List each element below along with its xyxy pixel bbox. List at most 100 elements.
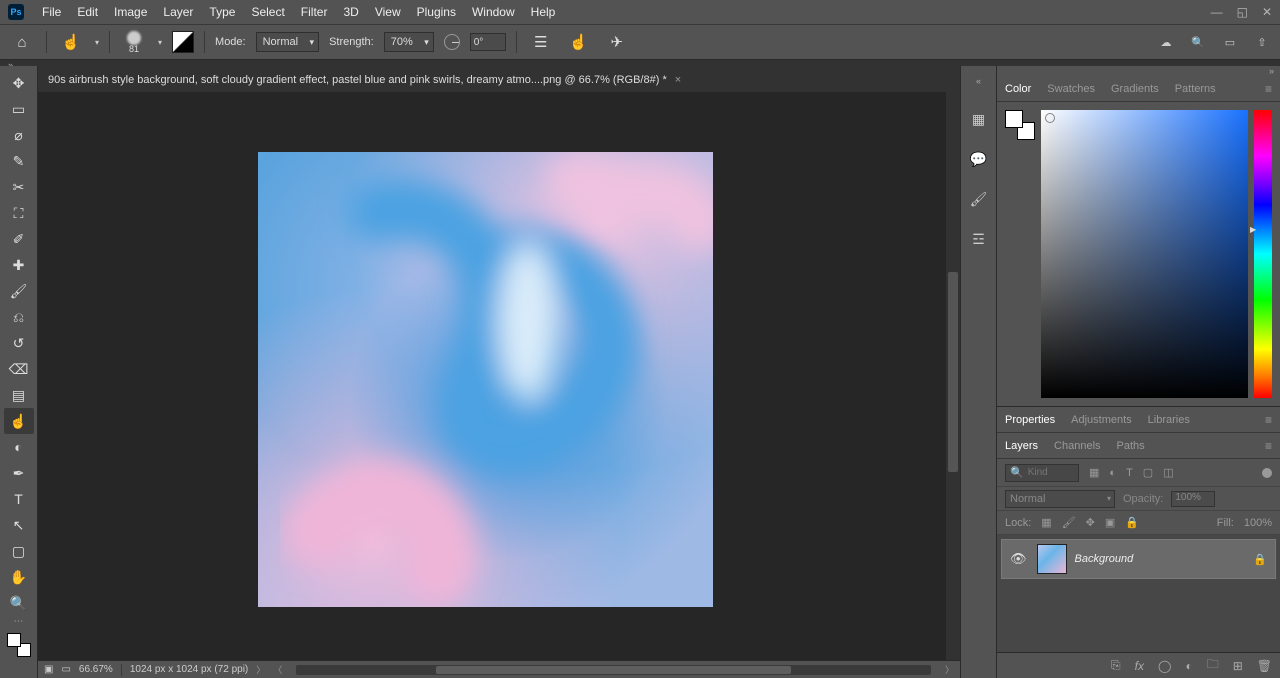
comments-panel-icon[interactable]: 💬	[968, 148, 990, 170]
angle-dial-icon[interactable]	[444, 34, 460, 50]
tab-gradients[interactable]: Gradients	[1111, 83, 1159, 95]
tab-properties[interactable]: Properties	[1005, 414, 1055, 426]
menu-filter[interactable]: Filter	[293, 1, 336, 23]
layer-thumbnail[interactable]	[1037, 544, 1067, 574]
adjustment-layer-icon[interactable]: ◐	[1185, 659, 1192, 673]
filter-type-icon[interactable]: T	[1126, 467, 1133, 479]
close-tab-icon[interactable]: ×	[675, 74, 681, 86]
link-layers-icon[interactable]: ⎘	[1111, 658, 1121, 673]
zoom-tool[interactable]: 🔍	[4, 590, 34, 616]
lock-artboard-icon[interactable]: ▣	[1105, 516, 1115, 529]
gradient-tool[interactable]: ▤	[4, 382, 34, 408]
angle-input[interactable]	[470, 33, 506, 51]
brushes-panel-icon[interactable]: 🖌	[968, 188, 990, 210]
history-panel-icon[interactable]: ▦	[968, 108, 990, 130]
filter-toggle-switch[interactable]	[1262, 468, 1272, 478]
hscroll-right-icon[interactable]: 〉	[945, 663, 954, 676]
menu-plugins[interactable]: Plugins	[409, 1, 464, 23]
color-panel-menu-icon[interactable]: ≡	[1265, 82, 1272, 96]
hue-slider[interactable]: ▶	[1254, 110, 1272, 398]
tab-color[interactable]: Color	[1005, 83, 1031, 95]
smudge-tool[interactable]: ☝	[4, 408, 34, 434]
layer-mask-icon[interactable]: ◯	[1158, 659, 1171, 673]
move-tool[interactable]: ✥	[4, 70, 34, 96]
panels-collapse-icon[interactable]: »	[1269, 66, 1274, 76]
window-maximize-button[interactable]: ◱	[1237, 5, 1248, 19]
history-brush-tool[interactable]: ↺	[4, 330, 34, 356]
eraser-tool[interactable]: ⌫	[4, 356, 34, 382]
quick-select-tool[interactable]: ✎	[4, 148, 34, 174]
menu-window[interactable]: Window	[464, 1, 523, 23]
workspace-switcher[interactable]: ▭	[1220, 32, 1240, 52]
eyedropper-tool[interactable]: ✐	[4, 226, 34, 252]
cloud-docs-button[interactable]: ☁	[1156, 32, 1176, 52]
edit-toolbar-icon[interactable]: ⋯	[14, 616, 24, 627]
layers-panel-menu-icon[interactable]: ≡	[1265, 439, 1272, 453]
filter-adjust-icon[interactable]: ◐	[1109, 467, 1116, 479]
menu-view[interactable]: View	[367, 1, 409, 23]
new-layer-icon[interactable]: ⊞	[1233, 659, 1243, 673]
menu-layer[interactable]: Layer	[155, 1, 201, 23]
sample-all-layers-button[interactable]: ☰	[527, 28, 555, 56]
document-tab[interactable]: 90s airbrush style background, soft clou…	[38, 66, 691, 92]
tool-preset-chevron-icon[interactable]: ▾	[95, 38, 99, 47]
lock-transparency-icon[interactable]: ▦	[1041, 516, 1051, 529]
layer-visibility-icon[interactable]: 👁	[1010, 551, 1027, 567]
blend-mode-select[interactable]: Normal	[1005, 490, 1115, 508]
menu-file[interactable]: File	[34, 1, 69, 23]
tab-adjustments[interactable]: Adjustments	[1071, 414, 1132, 426]
healing-tool[interactable]: ✚	[4, 252, 34, 278]
tab-channels[interactable]: Channels	[1054, 440, 1100, 452]
finger-painting-button[interactable]: ☝	[565, 28, 593, 56]
window-close-button[interactable]: ✕	[1262, 5, 1272, 19]
hscroll-left-icon[interactable]: 〈	[273, 663, 282, 676]
tab-libraries[interactable]: Libraries	[1148, 414, 1190, 426]
dock-collapse-icon[interactable]: «	[976, 76, 981, 86]
fill-value[interactable]: 100%	[1244, 517, 1272, 529]
menu-select[interactable]: Select	[243, 1, 292, 23]
filter-pixel-icon[interactable]: ▦	[1089, 466, 1099, 479]
path-select-tool[interactable]: ↖	[4, 512, 34, 538]
delete-layer-icon[interactable]: 🗑	[1257, 659, 1272, 673]
search-button[interactable]: 🔍	[1188, 32, 1208, 52]
layer-style-icon[interactable]: fx	[1135, 659, 1144, 673]
window-minimize-button[interactable]: —	[1211, 5, 1223, 19]
menu-image[interactable]: Image	[106, 1, 155, 23]
stamp-tool[interactable]: ⎌	[4, 304, 34, 330]
menu-edit[interactable]: Edit	[69, 1, 106, 23]
dodge-tool[interactable]: ◐	[4, 434, 34, 460]
menu-3d[interactable]: 3D	[335, 1, 366, 23]
properties-panel-menu-icon[interactable]: ≡	[1265, 413, 1272, 427]
tab-swatches[interactable]: Swatches	[1047, 83, 1095, 95]
adjustments-panel-icon[interactable]: ☲	[968, 228, 990, 250]
layer-lock-icon[interactable]: 🔒	[1253, 553, 1267, 566]
lock-all-icon[interactable]: 🔒	[1125, 516, 1139, 529]
marquee-tool[interactable]: ▭	[4, 96, 34, 122]
lock-pixels-icon[interactable]: 🖌	[1062, 516, 1076, 529]
frame-tool[interactable]: ⛶	[4, 200, 34, 226]
color-fgbg-swatch[interactable]	[1005, 110, 1035, 140]
menu-type[interactable]: Type	[201, 1, 243, 23]
tab-patterns[interactable]: Patterns	[1175, 83, 1216, 95]
menu-help[interactable]: Help	[523, 1, 564, 23]
opacity-value[interactable]: 100%	[1171, 491, 1215, 507]
tool-preset-picker[interactable]: ☝	[57, 28, 85, 56]
mode-select[interactable]: Normal	[256, 32, 319, 52]
lasso-tool[interactable]: ⌀	[4, 122, 34, 148]
vertical-scrollbar[interactable]	[946, 92, 960, 660]
rectangle-tool[interactable]: ▢	[4, 538, 34, 564]
zoom-level[interactable]: 66.67%	[79, 664, 113, 675]
brush-picker-chevron-icon[interactable]: ▾	[158, 38, 162, 47]
layer-filter-kind[interactable]: 🔍	[1005, 464, 1079, 482]
brush-preview[interactable]: 81	[120, 31, 148, 54]
filter-shape-icon[interactable]: ▢	[1143, 466, 1153, 479]
home-button[interactable]: ⌂	[8, 28, 36, 56]
brush-settings-button[interactable]	[172, 31, 194, 53]
strength-select[interactable]: 70%	[384, 32, 434, 52]
layer-name[interactable]: Background	[1075, 553, 1134, 565]
filter-smart-icon[interactable]: ◫	[1163, 466, 1173, 479]
foreground-background-swatch[interactable]	[7, 633, 31, 657]
mask-mode-icon[interactable]: ▣	[44, 664, 53, 675]
brush-tool[interactable]: 🖌	[4, 278, 34, 304]
tab-paths[interactable]: Paths	[1117, 440, 1145, 452]
